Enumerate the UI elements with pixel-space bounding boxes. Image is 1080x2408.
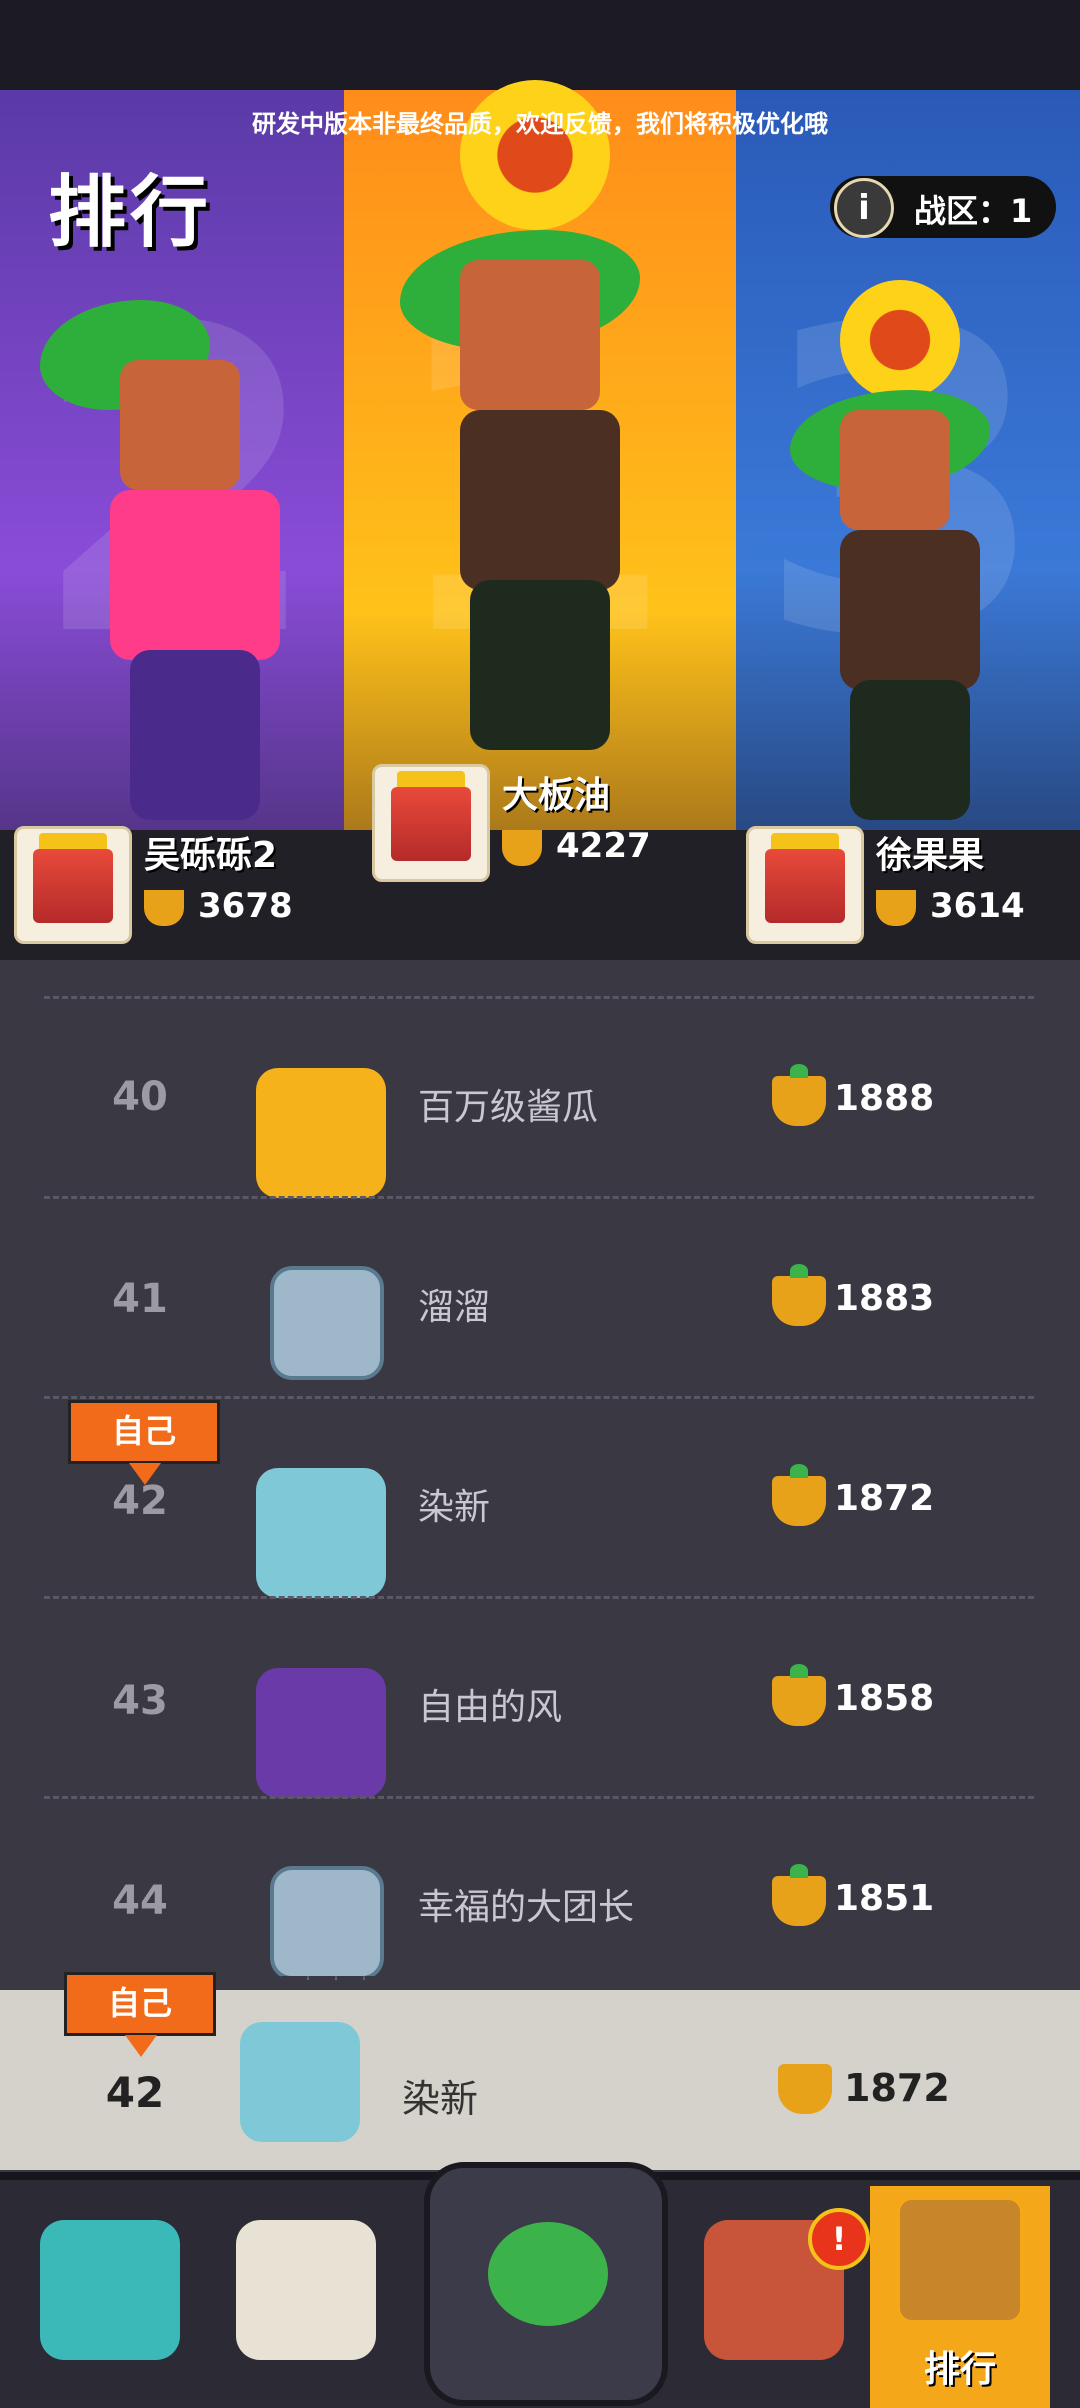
trophy-icon	[772, 1464, 826, 1526]
row-rank: 40	[112, 1074, 168, 1120]
nav-leaderboard-label: 排行	[923, 2349, 996, 2390]
trophy-icon	[772, 1264, 826, 1326]
table-row[interactable]: 40 百万级酱瓜 1888	[0, 996, 1080, 1198]
row-score: 1872	[834, 1478, 935, 1519]
trophy-icon	[778, 2064, 832, 2114]
row-name: 百万级酱瓜	[418, 1087, 599, 1128]
trophy-icon	[772, 1864, 826, 1926]
avatar[interactable]	[256, 1068, 386, 1198]
bottom-nav: ! 排行	[0, 2162, 1080, 2408]
player-card-3[interactable]	[746, 826, 864, 944]
game-controller-icon[interactable]	[236, 2220, 376, 2360]
self-rank-bar[interactable]: 自己 42 染新 1872	[0, 1972, 1080, 2170]
self-score: 1872	[844, 2066, 950, 2110]
row-name: 染新	[418, 1487, 491, 1528]
avatar[interactable]	[270, 1266, 384, 1380]
player-card-1[interactable]	[372, 764, 490, 882]
alert-icon: !	[808, 2208, 870, 2270]
second-place-character[interactable]	[30, 300, 280, 820]
avatar[interactable]	[240, 2022, 360, 2142]
row-name: 幸福的大团长	[418, 1887, 635, 1928]
player-score-2: 3678	[198, 886, 293, 926]
table-row[interactable]: 43 自由的风 1858	[0, 1596, 1080, 1798]
player-name-3: 徐果果	[876, 835, 985, 876]
page-title: 排行	[48, 168, 213, 258]
table-row[interactable]: 44 幸福的大团长 1851	[0, 1796, 1080, 1996]
leaderboard-icon	[900, 2200, 1020, 2320]
trophy-icon	[502, 830, 542, 866]
table-row[interactable]: 41 溜溜 1883	[0, 1196, 1080, 1396]
table-row[interactable]: 自己 42 染新 1872	[0, 1396, 1080, 1598]
battle-button[interactable]	[424, 2162, 668, 2406]
row-rank: 42	[112, 1478, 168, 1524]
self-tag: 自己	[64, 1972, 216, 2057]
row-score: 1883	[834, 1278, 935, 1319]
trophy-icon	[772, 1064, 826, 1126]
row-rank: 44	[112, 1878, 168, 1924]
row-name: 自由的风	[418, 1687, 563, 1728]
row-score: 1858	[834, 1678, 935, 1719]
trophy-icon	[144, 890, 184, 926]
row-score: 1851	[834, 1878, 935, 1919]
ranking-list[interactable]: 40 百万级酱瓜 1888 41 溜溜 1883 自己 42 染新 1872 4…	[0, 960, 1080, 1980]
avatar[interactable]	[256, 1668, 386, 1798]
row-rank: 41	[112, 1276, 168, 1322]
player-name-1: 大板油	[502, 775, 611, 816]
self-name: 染新	[402, 2077, 479, 2121]
shop-icon[interactable]	[40, 2220, 180, 2360]
row-score: 1888	[834, 1078, 935, 1119]
bean-hero-icon	[488, 2222, 608, 2326]
self-tag: 自己	[68, 1400, 220, 1485]
info-icon[interactable]: i	[834, 178, 894, 238]
row-rank: 43	[112, 1678, 168, 1724]
avatar[interactable]	[270, 1866, 384, 1980]
first-place-character[interactable]	[390, 80, 690, 750]
zone-selector[interactable]: i 战区：1	[830, 176, 1056, 238]
trophy-icon	[876, 890, 916, 926]
dev-notice-banner: 研发中版本非最终品质，欢迎反馈，我们将积极优化哦	[252, 110, 828, 138]
third-place-character[interactable]	[790, 280, 1040, 820]
trophy-icon	[772, 1664, 826, 1726]
player-score-1: 4227	[556, 826, 651, 866]
player-card-2[interactable]	[14, 826, 132, 944]
player-score-3: 3614	[930, 886, 1025, 926]
row-name: 溜溜	[418, 1287, 491, 1328]
status-bar	[0, 0, 1080, 90]
player-name-2: 吴砾砾2	[144, 835, 278, 876]
self-rank: 42	[105, 2068, 165, 2117]
zone-label: 战区：1	[914, 192, 1033, 230]
avatar[interactable]	[256, 1468, 386, 1598]
